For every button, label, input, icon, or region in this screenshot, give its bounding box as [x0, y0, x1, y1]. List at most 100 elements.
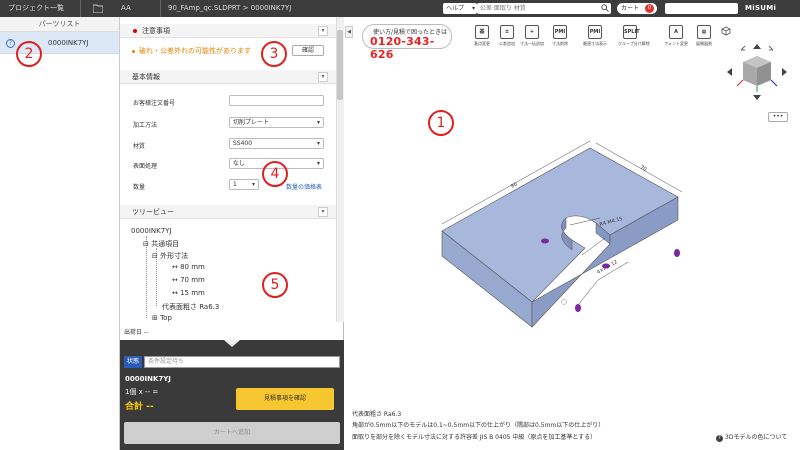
tree-x-value: 80 mm: [180, 263, 205, 271]
font-icon: A: [669, 25, 683, 39]
viewer-menu-button[interactable]: •••: [768, 112, 788, 122]
tolerance-add-tool[interactable]: ± 公差追加: [495, 25, 519, 47]
tree-common-label: 共通項目: [151, 240, 180, 248]
tool-label: グループ分け解除: [618, 41, 650, 46]
scrollbar-thumb[interactable]: [337, 30, 343, 100]
dimension-add-tool[interactable]: + 寸法一括追加: [520, 25, 544, 47]
caution-title: 注意事項: [142, 27, 170, 35]
surface-roughness-note: 代表面粗さ Ra6.3: [352, 411, 402, 418]
view-cube[interactable]: [727, 42, 787, 102]
pmi-icon: PMI: [553, 25, 567, 39]
price-table-link[interactable]: 数量の価格表: [286, 182, 322, 191]
process-label: 加工方法: [133, 122, 158, 129]
search-icon[interactable]: [601, 4, 609, 12]
cart-count-badge: 0: [645, 4, 654, 13]
top-bar: プロジェクト一覧 AA 90_FAmp_qc.SLDPRT > 0000INK7…: [0, 0, 800, 17]
tree-y[interactable]: ↔ 70 mm: [172, 276, 205, 284]
tolerance-note: 面取りを部分を除くモデル寸法に対する許容差 JIS B 0405 中級（原点を加…: [352, 434, 597, 441]
tool-label: 寸法削除: [552, 41, 568, 46]
tool-label: フォント変更: [664, 41, 688, 46]
tree-top[interactable]: ⊞ Top: [152, 314, 172, 322]
order-part-name: 0000INK7YJ: [125, 375, 171, 383]
cube-small-icon[interactable]: [721, 26, 731, 36]
font-change-tool[interactable]: A フォント変更: [664, 25, 688, 47]
hole-mark[interactable]: [575, 304, 581, 312]
tool-label: 展開図割: [696, 41, 712, 46]
hole-mark[interactable]: [541, 238, 549, 244]
material-select[interactable]: SS400: [229, 138, 324, 149]
hole-mark[interactable]: [602, 263, 610, 269]
chevron-down-icon[interactable]: ▾: [318, 26, 328, 36]
tree-root[interactable]: 0000INK7YJ: [131, 227, 172, 235]
order-number-label: お客様注文番号: [133, 100, 176, 107]
dimension-delete-tool[interactable]: PMI 寸法削除: [548, 25, 572, 47]
help-icon: ?: [716, 435, 723, 442]
quantity-select[interactable]: 1: [229, 179, 259, 190]
surface-label: 表面処理: [133, 163, 158, 170]
warning-dot-icon: [132, 49, 135, 53]
grid-icon: ▦: [697, 25, 711, 39]
support-phone[interactable]: 使い方/見積で困ったときは 0120-343-626: [362, 24, 452, 61]
pmi-icon: PMI: [588, 25, 602, 39]
model-color-help-text: 3Dモデルの色について: [725, 434, 788, 441]
panel-notch: [224, 340, 240, 347]
origin-marker[interactable]: [561, 299, 567, 305]
cart-button[interactable]: カート 0: [617, 3, 657, 14]
caution-section-header[interactable]: 注意事項 ▾: [120, 24, 336, 38]
project-list-link[interactable]: プロジェクト一覧: [8, 0, 64, 17]
origin-icon: 基: [475, 25, 489, 39]
order-number-input[interactable]: [229, 95, 324, 106]
tree-x[interactable]: ↔ 80 mm: [172, 263, 205, 271]
warning-text: 破れ・公差外れの可能性があります: [139, 47, 251, 55]
folder-icon: [93, 4, 103, 13]
search-input[interactable]: 公差 面取り 材質: [477, 3, 611, 14]
basic-info-header[interactable]: 基本情報 ▾: [120, 70, 336, 84]
part-name: 0000INK7YJ: [48, 39, 89, 47]
chevron-down-icon[interactable]: ▾: [318, 207, 328, 217]
tool-label: 寸法一括追加: [520, 41, 544, 46]
user-field[interactable]: [665, 3, 738, 14]
corner-note: 角部が0.5mm以下のモデルは0.1~0.5mm以下の仕上がり（隅部は0.5mm…: [352, 422, 605, 429]
alert-dot-icon: [133, 29, 137, 33]
tree-view-header[interactable]: ツリービュー ▾: [120, 205, 336, 219]
chevron-down-icon[interactable]: ▾: [318, 72, 328, 82]
model-color-help-link[interactable]: ? 3Dモデルの色について: [716, 432, 787, 442]
tree-roughness[interactable]: 代表面粗さ Ra6.3: [162, 302, 219, 312]
ship-date: 出荷日 --: [124, 329, 149, 336]
3d-part-model[interactable]: 80 70 R4 M4.15 4×M4 12: [420, 120, 720, 340]
folder-crumb[interactable]: AA: [121, 0, 131, 17]
tolerance-icon: ±: [500, 25, 514, 39]
misumi-logo: MiSUMi: [745, 4, 777, 12]
hole-mark[interactable]: [674, 249, 680, 257]
collapse-panel-button[interactable]: ◀: [345, 26, 353, 38]
unfold-tool[interactable]: ▦ 展開図割: [692, 25, 716, 47]
confirm-quote-button[interactable]: 見積事項を確認: [236, 388, 334, 410]
tool-label: 基点変更: [474, 41, 490, 46]
order-qty-line: 1個 x -- =: [125, 388, 159, 396]
ungroup-tool[interactable]: SPLIT グループ分け解除: [618, 25, 650, 47]
tree-view-title: ツリービュー: [132, 208, 174, 216]
warning-message: 破れ・公差外れの可能性があります: [132, 46, 251, 56]
quantity-label: 数量: [133, 184, 146, 191]
divider: [160, 0, 161, 17]
caution-confirm-button[interactable]: 確認: [292, 45, 324, 56]
divider: [80, 0, 81, 17]
dimension-add-icon: +: [525, 25, 539, 39]
process-select[interactable]: 切削プレート: [229, 117, 324, 128]
tool-label: 公差追加: [499, 41, 515, 46]
tree-dims[interactable]: ⊟ 外形寸法: [152, 251, 188, 261]
parts-list-panel: パーツリスト ? 0000INK7YJ: [0, 17, 120, 450]
app-window: プロジェクト一覧 AA 90_FAmp_qc.SLDPRT > 0000INK7…: [0, 0, 800, 450]
tree-z[interactable]: ↔ 15 mm: [172, 289, 205, 297]
basic-info-title: 基本情報: [132, 73, 160, 81]
order-total: 合計 --: [125, 402, 154, 412]
annotation-marker-1: 1: [428, 110, 454, 136]
help-dropdown[interactable]: ヘルプ: [443, 3, 477, 14]
annotation-marker-5: 5: [262, 272, 288, 298]
optimal-dimension-tool[interactable]: PMI 最適寸法表示: [583, 25, 607, 47]
add-to-cart-button[interactable]: カートへ追加: [124, 422, 340, 444]
origin-change-tool[interactable]: 基基点変更: [470, 25, 494, 47]
file-breadcrumb: 90_FAmp_qc.SLDPRT > 0000INK7YJ: [168, 4, 292, 12]
tree-common[interactable]: ⊟ 共通項目: [143, 239, 179, 249]
tool-label: 最適寸法表示: [583, 41, 607, 46]
